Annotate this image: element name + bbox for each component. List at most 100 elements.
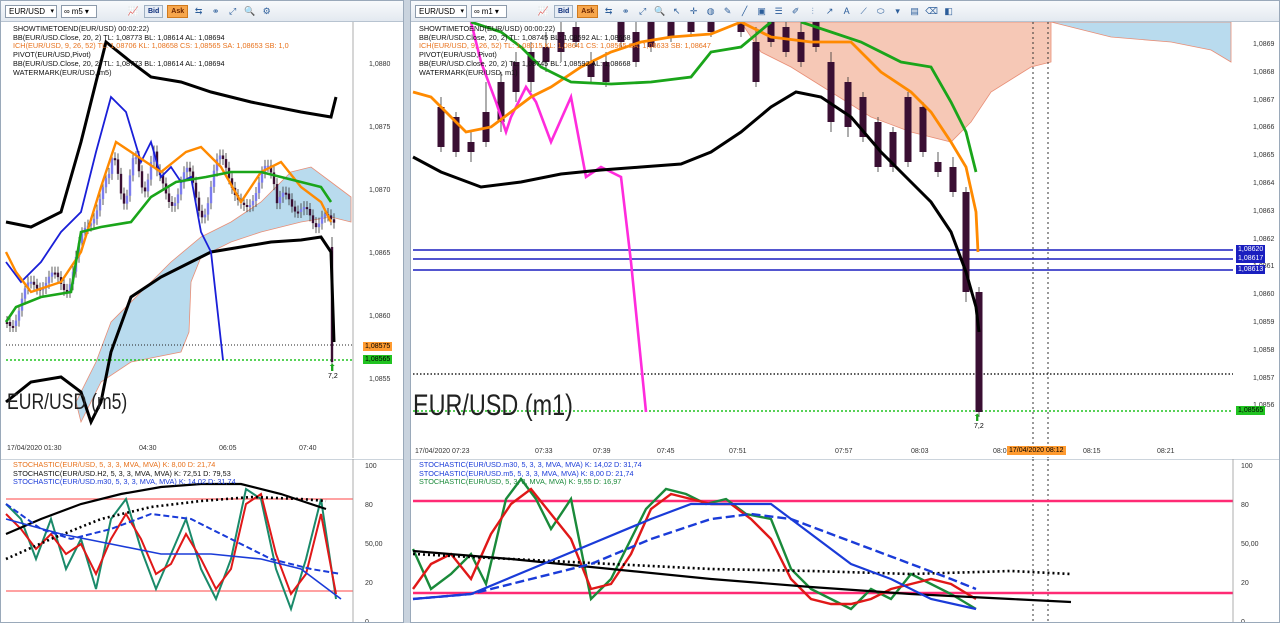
text-icon[interactable]: A (840, 5, 853, 18)
price-scale-label: 100 (365, 463, 377, 470)
indicator-icon[interactable]: ⤢ (636, 5, 649, 18)
trend-icon[interactable]: ⟋ (857, 5, 870, 18)
candle-body (179, 182, 183, 195)
zoom-icon[interactable]: 🔍 (243, 5, 256, 18)
left-osc-legend: STOCHASTIC(EUR/USD, 5, 3, 3, MVA, MVA) K… (13, 460, 236, 487)
ask-button[interactable]: Ask (577, 4, 599, 18)
link-icon[interactable]: ⚭ (619, 5, 632, 18)
fibo-icon[interactable]: ☰ (772, 5, 785, 18)
price-scale-label: 80 (365, 502, 373, 509)
price-scale-label: 0 (365, 619, 369, 623)
candle-body (176, 194, 180, 204)
chevron-down-icon[interactable]: ▾ (495, 7, 499, 16)
price-scale-label: 1,0866 (1253, 124, 1275, 132)
candle-body (949, 167, 957, 192)
time-axis-label: 07:40 (299, 445, 317, 452)
candle-body (113, 158, 117, 161)
left-legend: SHOWTIMETOEND(EUR/USD) 00:02:22) BB(EUR/U… (13, 24, 289, 77)
bid-button[interactable]: Bid (554, 4, 574, 18)
right-toolbar: EUR/USD ▾ ∞ m1 ▾ 📈 Bid Ask ⇆ ⚭ ⤢ 🔍 ↖ ✛ ◍ ✎ … (411, 1, 1279, 22)
zoom-icon[interactable]: 🔍 (653, 5, 666, 18)
price-scale-label: 1,0867 (1253, 96, 1275, 104)
link-icon[interactable]: ⚭ (209, 5, 222, 18)
brush-icon[interactable]: ✐ (789, 5, 802, 18)
candle-body (167, 193, 171, 203)
indicator-icon[interactable]: ⤢ (226, 5, 239, 18)
cursor-icon[interactable]: ↖ (670, 5, 683, 18)
candle-body (56, 272, 60, 278)
crosshair-icon[interactable]: ✛ (687, 5, 700, 18)
price-scale-label: 1,0869 (1253, 41, 1275, 48)
legend-entry: STOCHASTIC(EUR/USD.m30, 5, 3, 3, MVA, MV… (13, 477, 236, 487)
candle-body (53, 272, 57, 275)
candle-body (29, 281, 33, 284)
timeframe-selector[interactable]: ∞ m1 ▾ (471, 4, 507, 18)
globe-icon[interactable]: ◍ (704, 5, 717, 18)
time-axis-label: 08:03 (911, 448, 929, 455)
candle-body (797, 32, 805, 62)
timeframe-selector[interactable]: ∞ m5 ▾ (61, 4, 97, 18)
chevron-down-icon[interactable]: ▾ (460, 7, 464, 15)
price-scale-label: 1,0859 (1253, 319, 1275, 326)
chart-type-icon[interactable]: 📈 (537, 5, 550, 18)
candle-body (116, 159, 120, 174)
candle-body (305, 207, 309, 210)
layers-icon[interactable]: ◧ (942, 5, 955, 18)
table-icon[interactable]: ▤ (908, 5, 921, 18)
chevron-down-icon[interactable]: ▾ (891, 5, 904, 18)
candle-body (218, 155, 222, 160)
candle-body (290, 199, 294, 207)
time-axis-label: 07:39 (593, 448, 611, 455)
candle-body (14, 320, 18, 326)
candle-body (209, 186, 213, 204)
pencil-icon[interactable]: ✎ (721, 5, 734, 18)
candle-body (110, 158, 114, 174)
price-scale-label: 1,0858 (1253, 346, 1275, 354)
legend-entry: STOCHASTIC(EUR/USD, 5, 3, 3, MVA, MVA) K… (419, 477, 622, 487)
candle-body (92, 218, 96, 224)
candle-body (245, 204, 249, 207)
pivot-price-tag: 1,08620 (1236, 245, 1266, 254)
bid-button[interactable]: Bid (144, 4, 164, 18)
price-scale-label: 100 (1241, 463, 1253, 470)
eraser-icon[interactable]: ⌫ (925, 5, 938, 18)
timeframe-label: m1 (481, 6, 493, 16)
glasses-icon: ∞ (64, 6, 70, 16)
time-axis-label: 08:21 (1157, 448, 1175, 455)
candle-body (260, 172, 264, 183)
time-axis-label: 04:30 (139, 445, 157, 452)
arrow-tool-icon[interactable]: ↗ (823, 5, 836, 18)
candle-body (251, 200, 255, 206)
ruler-icon[interactable]: ⫶ (806, 5, 819, 18)
candle-body (101, 187, 105, 200)
chevron-down-icon[interactable]: ▾ (50, 7, 54, 15)
symbol-label: EUR/USD (9, 6, 46, 16)
line-icon[interactable]: ╱ (738, 5, 751, 18)
compare-icon[interactable]: ⇆ (192, 5, 205, 18)
price-scale-label: 0 (1241, 619, 1245, 623)
symbol-label: EUR/USD (419, 6, 456, 16)
arrow-value: 7,2 (974, 423, 984, 430)
symbol-selector[interactable]: EUR/USD ▾ (5, 4, 57, 18)
image-icon[interactable]: ▣ (755, 5, 768, 18)
candle-body (323, 213, 327, 217)
candle-body (98, 199, 102, 211)
candle-body (904, 97, 912, 162)
price-tag-orange: 1,08575 (363, 342, 393, 351)
compare-icon[interactable]: ⇆ (602, 5, 615, 18)
chart-type-icon[interactable]: 📈 (127, 5, 140, 18)
ask-button[interactable]: Ask (167, 4, 189, 18)
right-chart-window[interactable]: EUR/USD ▾ ∞ m1 ▾ 📈 Bid Ask ⇆ ⚭ ⤢ 🔍 ↖ ✛ ◍ ✎ … (410, 0, 1280, 623)
candle-body (32, 281, 36, 285)
candle-body (221, 155, 225, 160)
candle-body (281, 192, 285, 197)
left-chart-window[interactable]: EUR/USD ▾ ∞ m5 ▾ 📈 Bid Ask ⇆ ⚭ ⤢ 🔍 ⚙ SHOWTI… (0, 0, 404, 623)
settings-icon[interactable]: ⚙ (260, 5, 273, 18)
chart-watermark: EUR/USD (m1) (413, 389, 573, 422)
candle-body (224, 159, 228, 168)
ellipse-icon[interactable]: ⬭ (874, 5, 887, 18)
candle-body (314, 223, 318, 228)
chevron-down-icon[interactable]: ▾ (85, 7, 89, 16)
symbol-selector[interactable]: EUR/USD ▾ (415, 4, 467, 18)
price-scale-label: 1,0863 (1253, 207, 1275, 215)
